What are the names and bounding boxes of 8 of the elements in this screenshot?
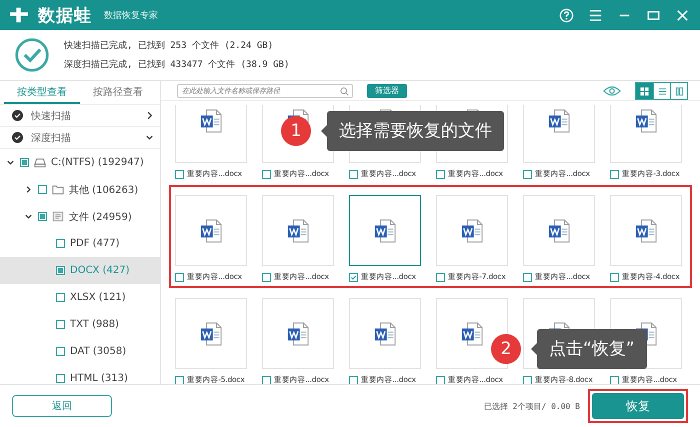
selection-status: 已选择 2个项目/ 0.00 B — [484, 400, 580, 412]
app-subtitle: 数据恢复专家 — [104, 10, 158, 22]
step-tooltip: 点击“恢复” — [537, 329, 647, 369]
step-tooltip: 选择需要恢复的文件 — [327, 111, 504, 151]
app-logo: 数据蛙 — [38, 4, 92, 26]
scan-result-text: 深度扫描已完成, 已找到 433477 个文件 (38.9 GB) — [64, 58, 290, 71]
step-number-badge: 2 — [491, 334, 521, 364]
scan-result-text: 快速扫描已完成, 已找到 253 个文件 (2.24 GB) — [64, 40, 274, 52]
